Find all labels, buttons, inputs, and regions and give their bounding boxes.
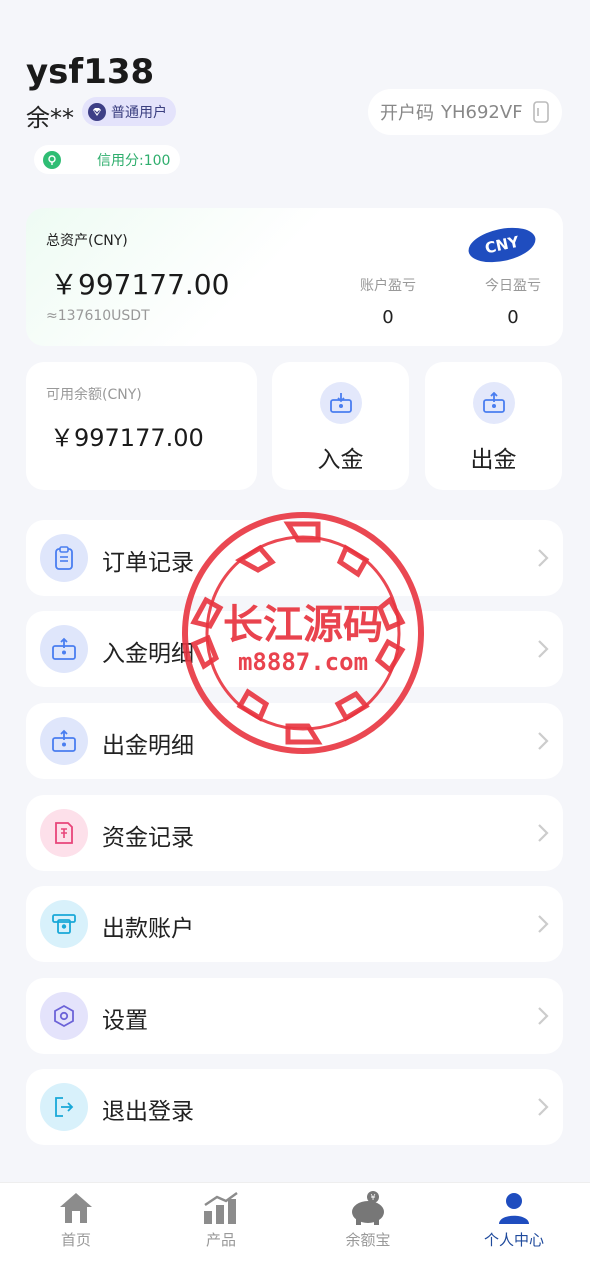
withdraw-icon xyxy=(473,382,515,424)
username: ysf138 xyxy=(26,52,155,92)
home-icon xyxy=(60,1193,92,1223)
nav-home-label: 首页 xyxy=(60,1231,91,1249)
nav-yuebao[interactable]: ¥ 余额宝 xyxy=(323,1191,413,1250)
available-balance-card: 可用余额(CNY) ￥997177.00 xyxy=(26,362,257,490)
nav-products-label: 产品 xyxy=(205,1231,236,1249)
menu-label: 设置 xyxy=(102,1008,148,1034)
chart-bar-icon xyxy=(204,1192,238,1224)
flower-icon xyxy=(43,150,61,169)
real-name: 余** xyxy=(26,104,74,132)
total-assets-usdt: ≈137610USDT xyxy=(46,308,150,324)
fund-record-icon xyxy=(40,809,88,857)
account-pnl: 账户盈亏 0 xyxy=(348,275,428,328)
chevron-right-icon xyxy=(538,1007,549,1025)
account-pnl-value: 0 xyxy=(382,307,394,328)
today-pnl-label: 今日盈亏 xyxy=(485,278,541,294)
chevron-right-icon xyxy=(538,732,549,750)
total-assets-amount: ￥997177.00 xyxy=(50,268,230,301)
menu-payout-account[interactable]: 出款账户 xyxy=(26,886,563,962)
profile-page: ysf138 余** 普通用户 开户码 YH692VF 信用分:100 总资产(… xyxy=(0,0,590,1266)
withdraw-button[interactable]: 出金 xyxy=(425,362,562,490)
watermark-url: m8887.com xyxy=(238,648,368,676)
deposit-icon xyxy=(40,625,88,673)
nav-profile[interactable]: 个人中心 xyxy=(469,1191,559,1250)
nav-home[interactable]: 首页 xyxy=(31,1191,121,1250)
withdraw-icon xyxy=(40,717,88,765)
currency-tag: CNY xyxy=(465,222,539,268)
nav-profile-label: 个人中心 xyxy=(483,1231,544,1249)
account-pnl-label: 账户盈亏 xyxy=(360,278,416,294)
available-balance-amount: ￥997177.00 xyxy=(50,424,204,452)
invite-code-value: YH692VF xyxy=(441,101,523,123)
total-assets-label: 总资产(CNY) xyxy=(46,233,128,249)
deposit-label: 入金 xyxy=(317,447,364,473)
menu-label: 退出登录 xyxy=(102,1099,194,1125)
atm-icon xyxy=(40,900,88,948)
credit-score-pill: 信用分:100 xyxy=(34,145,180,174)
today-pnl-value: 0 xyxy=(507,307,519,328)
logout-icon xyxy=(40,1083,88,1131)
nav-products[interactable]: 产品 xyxy=(176,1191,266,1250)
today-pnl: 今日盈亏 0 xyxy=(473,275,553,328)
invite-code-label: 开户码 xyxy=(380,103,434,124)
withdraw-label: 出金 xyxy=(470,447,517,473)
chevron-right-icon xyxy=(538,549,549,567)
available-balance-label: 可用余额(CNY) xyxy=(46,387,142,403)
chevron-right-icon xyxy=(538,640,549,658)
menu-logout[interactable]: 退出登录 xyxy=(26,1069,563,1145)
watermark-stamp: 长江源码 m8887.com xyxy=(182,512,424,754)
deposit-icon xyxy=(320,382,362,424)
copy-icon[interactable] xyxy=(532,101,550,123)
bottom-nav: 首页 产品 ¥ 余额宝 个人中心 xyxy=(0,1182,590,1266)
menu-label: 资金记录 xyxy=(102,825,194,851)
chevron-right-icon xyxy=(538,1098,549,1116)
nav-yuebao-label: 余额宝 xyxy=(345,1231,391,1249)
user-level-badge: 普通用户 xyxy=(82,97,176,126)
user-icon xyxy=(499,1193,529,1224)
watermark-title: 长江源码 xyxy=(223,602,383,648)
total-assets-card: 总资产(CNY) ￥997177.00 ≈137610USDT CNY 账户盈亏… xyxy=(26,208,563,346)
menu-settings[interactable]: 设置 xyxy=(26,978,563,1054)
clipboard-icon xyxy=(40,534,88,582)
user-level-label: 普通用户 xyxy=(111,104,167,121)
svg-text:¥: ¥ xyxy=(370,1193,375,1202)
menu-fund-records[interactable]: 资金记录 xyxy=(26,795,563,871)
settings-icon xyxy=(40,992,88,1040)
credit-score-text: 信用分:100 xyxy=(97,152,171,169)
piggy-bank-icon: ¥ xyxy=(352,1191,384,1225)
deposit-button[interactable]: 入金 xyxy=(272,362,409,490)
diamond-icon xyxy=(88,102,106,121)
chevron-right-icon xyxy=(538,824,549,842)
chevron-right-icon xyxy=(538,915,549,933)
menu-label: 出款账户 xyxy=(102,916,194,942)
invite-code-box[interactable]: 开户码 YH692VF xyxy=(368,89,562,135)
